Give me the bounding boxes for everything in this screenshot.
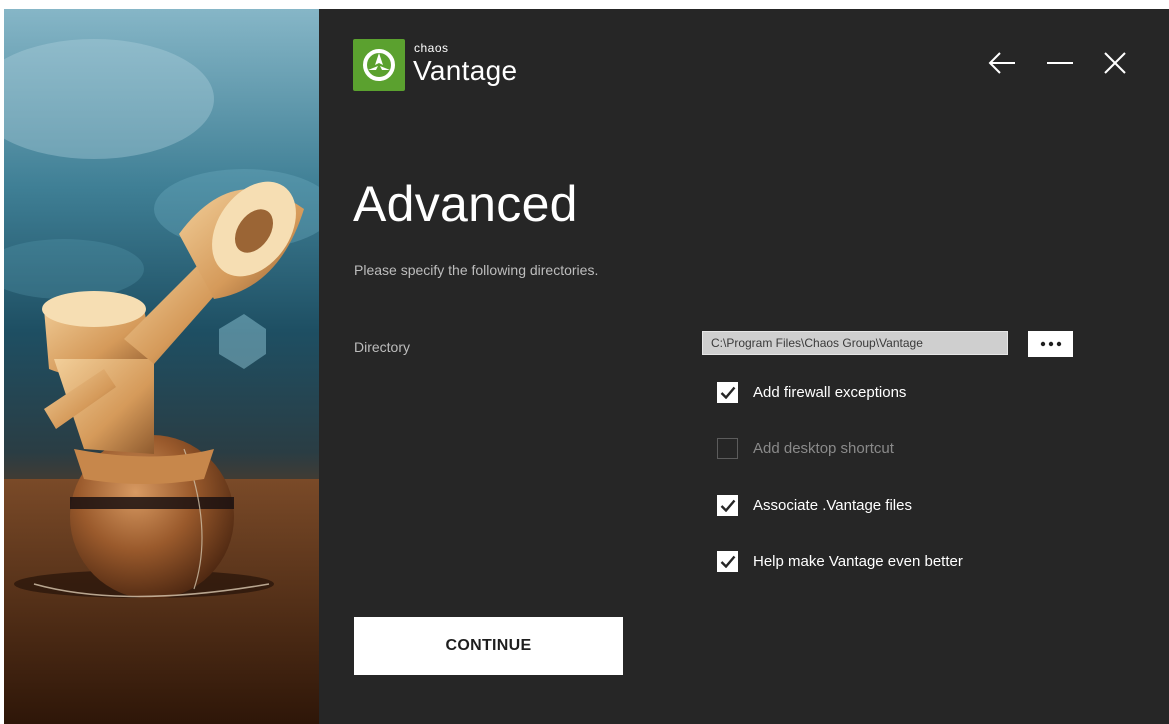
checkmark-icon bbox=[720, 555, 735, 568]
app-logo: chaos Vantage bbox=[353, 37, 553, 93]
checkbox[interactable] bbox=[717, 381, 738, 403]
option-add-firewall-exceptions[interactable]: Add firewall exceptions bbox=[717, 380, 906, 404]
page-subtitle: Please specify the following directories… bbox=[354, 262, 599, 278]
option-label: Associate .Vantage files bbox=[753, 496, 912, 514]
checkmark-icon bbox=[720, 386, 735, 399]
ellipsis-icon bbox=[1040, 341, 1061, 347]
checkmark-icon bbox=[720, 499, 735, 512]
installer-window: chaos Vantage Advanced Please specify th… bbox=[4, 9, 1169, 724]
option-associate-vantage-files[interactable]: Associate .Vantage files bbox=[717, 493, 912, 517]
directory-label: Directory bbox=[354, 339, 411, 355]
option-add-desktop-shortcut[interactable]: Add desktop shortcut bbox=[717, 436, 894, 460]
option-label: Add desktop shortcut bbox=[753, 439, 894, 457]
arrow-left-icon bbox=[988, 52, 1015, 74]
hero-image bbox=[4, 9, 319, 724]
minimize-button[interactable] bbox=[1042, 45, 1078, 81]
directory-input[interactable] bbox=[702, 331, 1008, 355]
minimize-icon bbox=[1047, 62, 1073, 64]
option-help-make-vantage-better[interactable]: Help make Vantage even better bbox=[717, 549, 963, 573]
brand-name-text: Vantage bbox=[413, 55, 518, 86]
close-button[interactable] bbox=[1097, 45, 1133, 81]
checkbox[interactable] bbox=[717, 437, 738, 459]
vantage-logo-icon bbox=[353, 39, 405, 91]
option-label: Help make Vantage even better bbox=[753, 552, 963, 570]
brand-top-text: chaos bbox=[414, 41, 449, 55]
checkbox[interactable] bbox=[717, 494, 738, 516]
close-icon bbox=[1104, 52, 1126, 74]
option-label: Add firewall exceptions bbox=[753, 383, 907, 401]
continue-button[interactable]: CONTINUE bbox=[354, 617, 623, 675]
browse-directory-button[interactable] bbox=[1028, 331, 1073, 357]
back-button[interactable] bbox=[984, 45, 1020, 81]
page-title: Advanced bbox=[353, 176, 578, 232]
checkbox[interactable] bbox=[717, 550, 738, 572]
